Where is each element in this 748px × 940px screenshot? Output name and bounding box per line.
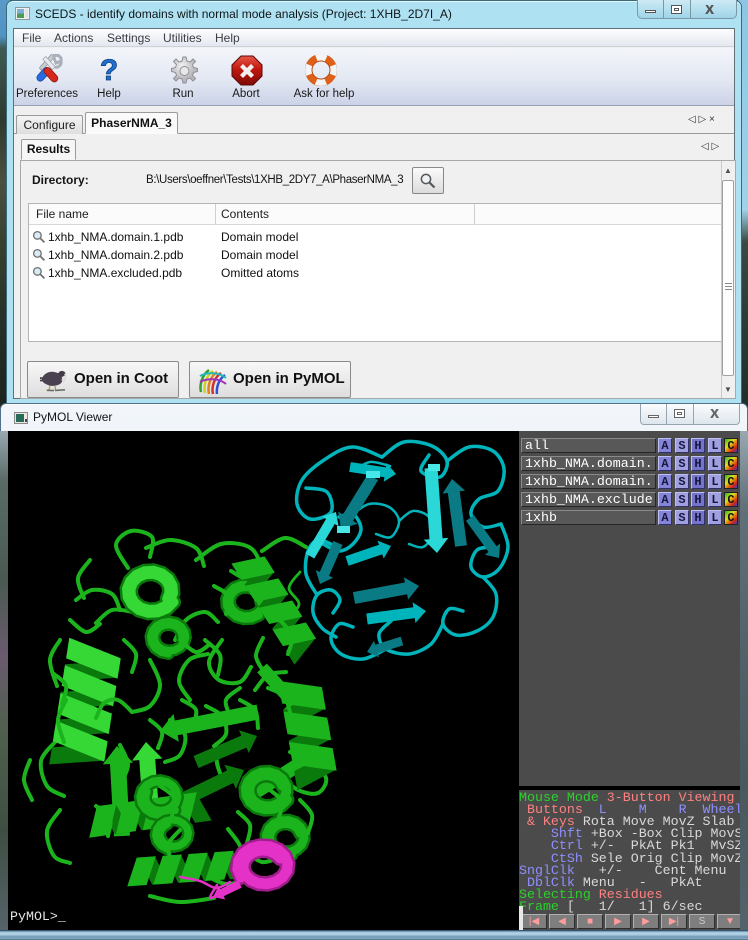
svg-text:?: ? [100, 55, 118, 85]
